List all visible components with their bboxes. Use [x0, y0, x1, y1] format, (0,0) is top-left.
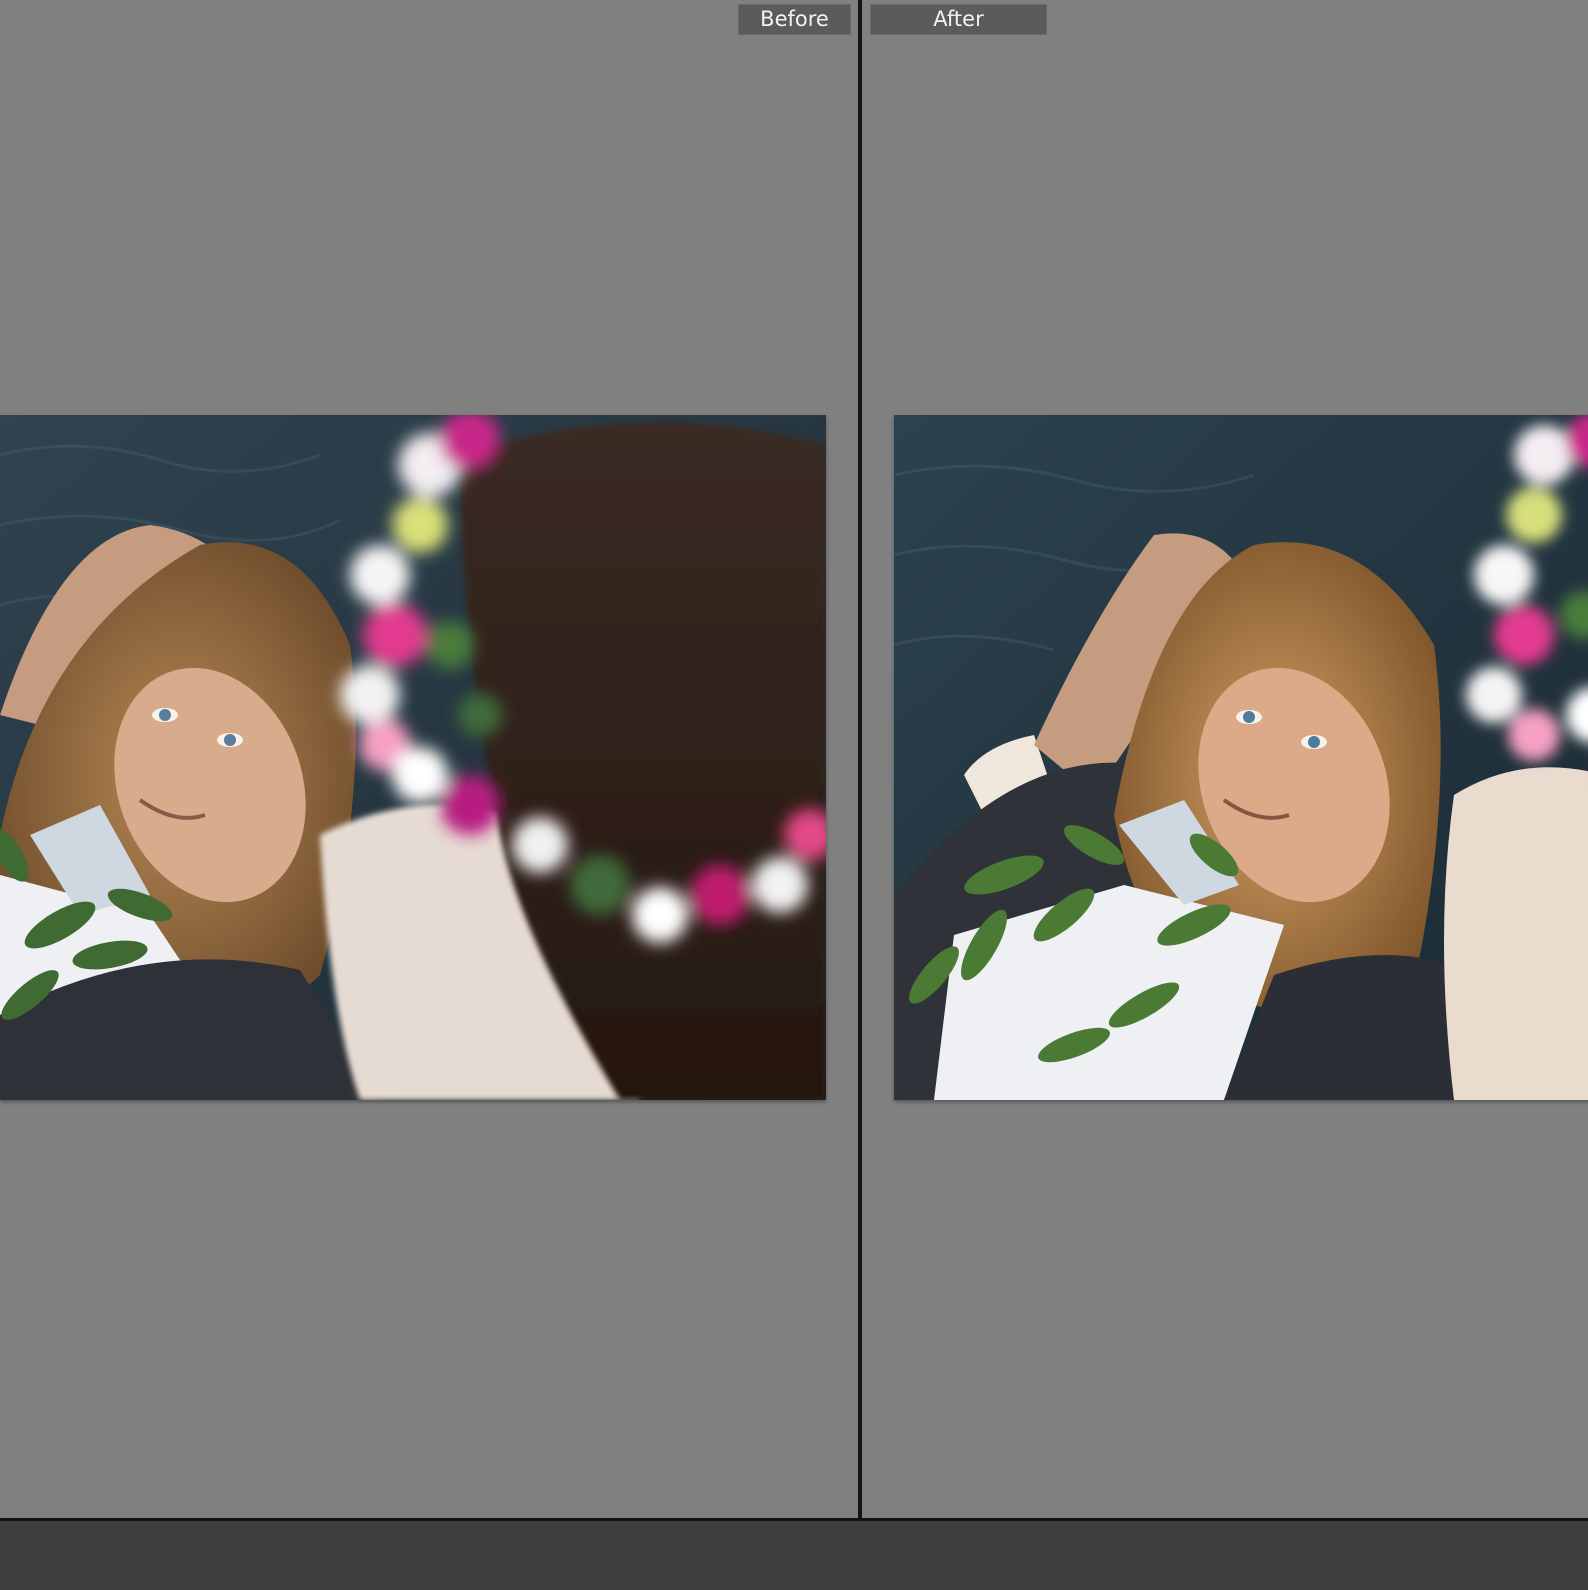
after-photo[interactable] — [894, 415, 1588, 1100]
before-label: Before — [738, 4, 851, 35]
before-photo[interactable] — [0, 415, 826, 1100]
after-pane[interactable]: After — [864, 0, 1588, 1518]
after-label: After — [870, 4, 1047, 35]
before-photo-image — [0, 415, 826, 1100]
compare-workspace: Before After — [0, 0, 1588, 1518]
before-pane[interactable]: Before — [0, 0, 858, 1518]
filmstrip-toolbar — [0, 1518, 1588, 1590]
after-photo-image — [894, 415, 1588, 1100]
split-divider[interactable] — [858, 0, 862, 1518]
